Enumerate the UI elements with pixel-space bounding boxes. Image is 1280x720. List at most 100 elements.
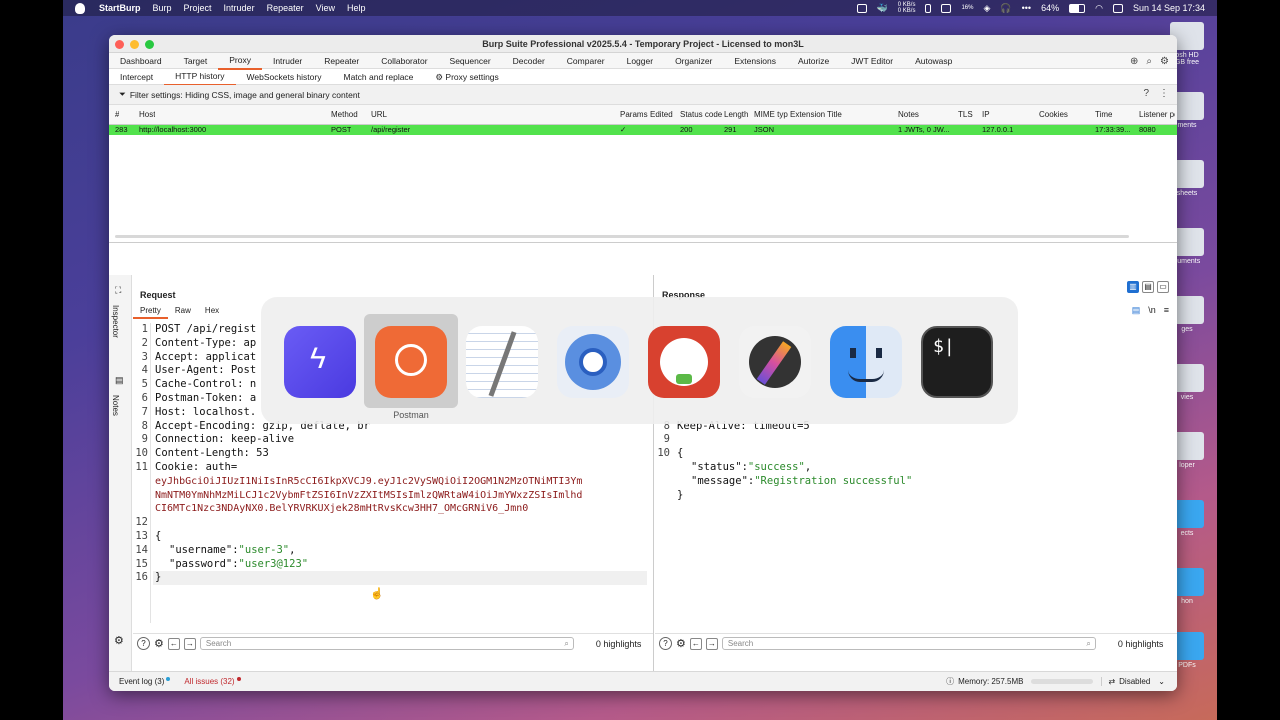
memory-icon[interactable] bbox=[941, 3, 952, 13]
terminal-app-icon[interactable]: $| bbox=[921, 326, 993, 398]
tab-intercept[interactable]: Intercept bbox=[109, 69, 164, 85]
globe-icon[interactable]: ⊕ bbox=[1130, 56, 1138, 67]
inspector-icon[interactable]: ⛶ bbox=[115, 285, 121, 296]
col-method[interactable]: Method bbox=[331, 110, 358, 119]
tab-pretty[interactable]: Pretty bbox=[133, 304, 168, 319]
split-horizontal-icon[interactable]: ▥ bbox=[1127, 281, 1139, 293]
more-options-icon[interactable]: ⋮ bbox=[1159, 88, 1169, 99]
col-cookies[interactable]: Cookies bbox=[1039, 110, 1068, 119]
col-number[interactable]: # bbox=[115, 110, 119, 119]
help-icon[interactable]: ? bbox=[137, 637, 150, 650]
menu-project[interactable]: Project bbox=[184, 3, 212, 13]
col-url[interactable]: URL bbox=[371, 110, 387, 119]
menu-view[interactable]: View bbox=[316, 3, 335, 13]
menu-help[interactable]: Help bbox=[347, 3, 366, 13]
control-center-icon[interactable] bbox=[1112, 3, 1123, 13]
prev-arrow-icon[interactable]: ← bbox=[167, 637, 180, 650]
tab-match-replace[interactable]: Match and replace bbox=[332, 69, 424, 85]
col-listener[interactable]: Listener port bbox=[1139, 110, 1175, 119]
gear-icon[interactable]: ⚙ bbox=[1160, 56, 1169, 67]
col-extension[interactable]: Extension bbox=[790, 110, 825, 119]
finder-app-icon[interactable] bbox=[830, 326, 902, 398]
col-host[interactable]: Host bbox=[139, 110, 155, 119]
chromium-app-icon[interactable] bbox=[557, 326, 629, 398]
menu-icon[interactable]: ≡ bbox=[1164, 305, 1169, 316]
tab-target[interactable]: Target bbox=[173, 53, 219, 69]
response-search-input[interactable]: Search ⌕ bbox=[721, 637, 1096, 650]
col-title[interactable]: Title bbox=[827, 110, 842, 119]
newline-icon[interactable]: \n bbox=[1148, 305, 1156, 316]
duckduckgo-app-icon[interactable] bbox=[648, 326, 720, 398]
intercept-status[interactable]: Disabled bbox=[1119, 677, 1150, 686]
all-issues-link[interactable]: All issues (32) bbox=[184, 677, 234, 686]
postman-app-icon[interactable] bbox=[375, 326, 447, 398]
settings-icon[interactable]: ⚙ bbox=[676, 637, 686, 650]
menu-app-name[interactable]: StartBurp bbox=[99, 3, 141, 13]
split-vertical-icon[interactable]: ▤ bbox=[1142, 281, 1154, 293]
tab-proxy-settings[interactable]: ⚙ Proxy settings bbox=[424, 69, 509, 85]
col-params[interactable]: Params bbox=[620, 110, 648, 119]
wifi-icon[interactable]: ◠ bbox=[1095, 3, 1103, 14]
dots-icon[interactable]: ••• bbox=[1022, 3, 1031, 13]
textedit-app-icon[interactable] bbox=[466, 326, 538, 398]
help-icon[interactable]: ? bbox=[659, 637, 672, 650]
next-arrow-icon[interactable]: → bbox=[705, 637, 718, 650]
col-length[interactable]: Length bbox=[724, 110, 748, 119]
filter-bar[interactable]: ⏷ Filter settings: Hiding CSS, image and… bbox=[109, 85, 1177, 105]
search-icon[interactable]: ⌕ bbox=[1146, 56, 1152, 67]
notes-tab[interactable]: Notes bbox=[111, 395, 120, 416]
tab-sequencer[interactable]: Sequencer bbox=[439, 53, 502, 69]
menu-burp[interactable]: Burp bbox=[153, 3, 172, 13]
notes-icon[interactable]: ▤ bbox=[115, 375, 124, 386]
settings-icon[interactable]: ⚙ bbox=[154, 637, 164, 650]
tab-websockets-history[interactable]: WebSockets history bbox=[236, 69, 333, 85]
event-log-link[interactable]: Event log (3) bbox=[119, 677, 164, 686]
col-tls[interactable]: TLS bbox=[958, 110, 973, 119]
settings-gear-icon[interactable]: ⚙ bbox=[114, 634, 124, 647]
docker-icon[interactable]: 🐳 bbox=[877, 3, 888, 14]
pretty-toggle-icon[interactable]: ▤ bbox=[1132, 305, 1141, 316]
col-notes[interactable]: Notes bbox=[898, 110, 919, 119]
tab-collaborator[interactable]: Collaborator bbox=[370, 53, 438, 69]
battery-icon[interactable] bbox=[1069, 3, 1086, 13]
date-time[interactable]: Sun 14 Sep 17:34 bbox=[1133, 3, 1205, 13]
tab-decoder[interactable]: Decoder bbox=[502, 53, 556, 69]
vpn-icon[interactable]: ◈ bbox=[983, 3, 990, 14]
intercept-status-icon[interactable]: ⇄ bbox=[1101, 677, 1115, 686]
headphones-icon[interactable]: 🎧 bbox=[1000, 3, 1011, 14]
col-ip[interactable]: IP bbox=[982, 110, 990, 119]
minimize-window-button[interactable] bbox=[130, 40, 139, 49]
tab-autowasp[interactable]: Autowasp bbox=[904, 53, 963, 69]
close-window-button[interactable] bbox=[115, 40, 124, 49]
screen-record-icon[interactable] bbox=[856, 3, 867, 13]
help-icon[interactable]: ? bbox=[1143, 88, 1149, 99]
final-cut-app-icon[interactable] bbox=[739, 326, 811, 398]
menu-repeater[interactable]: Repeater bbox=[267, 3, 304, 13]
tab-raw[interactable]: Raw bbox=[168, 304, 198, 319]
tab-http-history[interactable]: HTTP history bbox=[164, 68, 236, 86]
next-arrow-icon[interactable]: → bbox=[183, 637, 196, 650]
tab-extensions[interactable]: Extensions bbox=[723, 53, 787, 69]
single-pane-icon[interactable]: ▭ bbox=[1157, 281, 1169, 293]
tab-intruder[interactable]: Intruder bbox=[262, 53, 313, 69]
tab-jwt-editor[interactable]: JWT Editor bbox=[840, 53, 904, 69]
tab-organizer[interactable]: Organizer bbox=[664, 53, 723, 69]
phone-icon[interactable] bbox=[925, 3, 932, 13]
tab-autorize[interactable]: Autorize bbox=[787, 53, 840, 69]
shortcuts-app-icon[interactable]: ϟ bbox=[284, 326, 356, 398]
table-row[interactable]: 283 http://localhost:3000 POST /api/regi… bbox=[109, 125, 1177, 135]
apple-icon[interactable] bbox=[75, 2, 85, 14]
tab-comparer[interactable]: Comparer bbox=[556, 53, 616, 69]
prev-arrow-icon[interactable]: ← bbox=[689, 637, 702, 650]
col-time[interactable]: Time bbox=[1095, 110, 1112, 119]
tab-repeater[interactable]: Repeater bbox=[313, 53, 370, 69]
tab-hex[interactable]: Hex bbox=[198, 304, 226, 319]
horizontal-scrollbar[interactable] bbox=[115, 235, 1129, 238]
tab-dashboard[interactable]: Dashboard bbox=[109, 53, 173, 69]
menu-intruder[interactable]: Intruder bbox=[224, 3, 255, 13]
request-search-input[interactable]: Search ⌕ bbox=[199, 637, 574, 650]
col-mime[interactable]: MIME type bbox=[754, 110, 788, 119]
tab-proxy[interactable]: Proxy bbox=[218, 52, 262, 70]
zoom-window-button[interactable] bbox=[145, 40, 154, 49]
inspector-tab[interactable]: Inspector bbox=[111, 305, 120, 338]
